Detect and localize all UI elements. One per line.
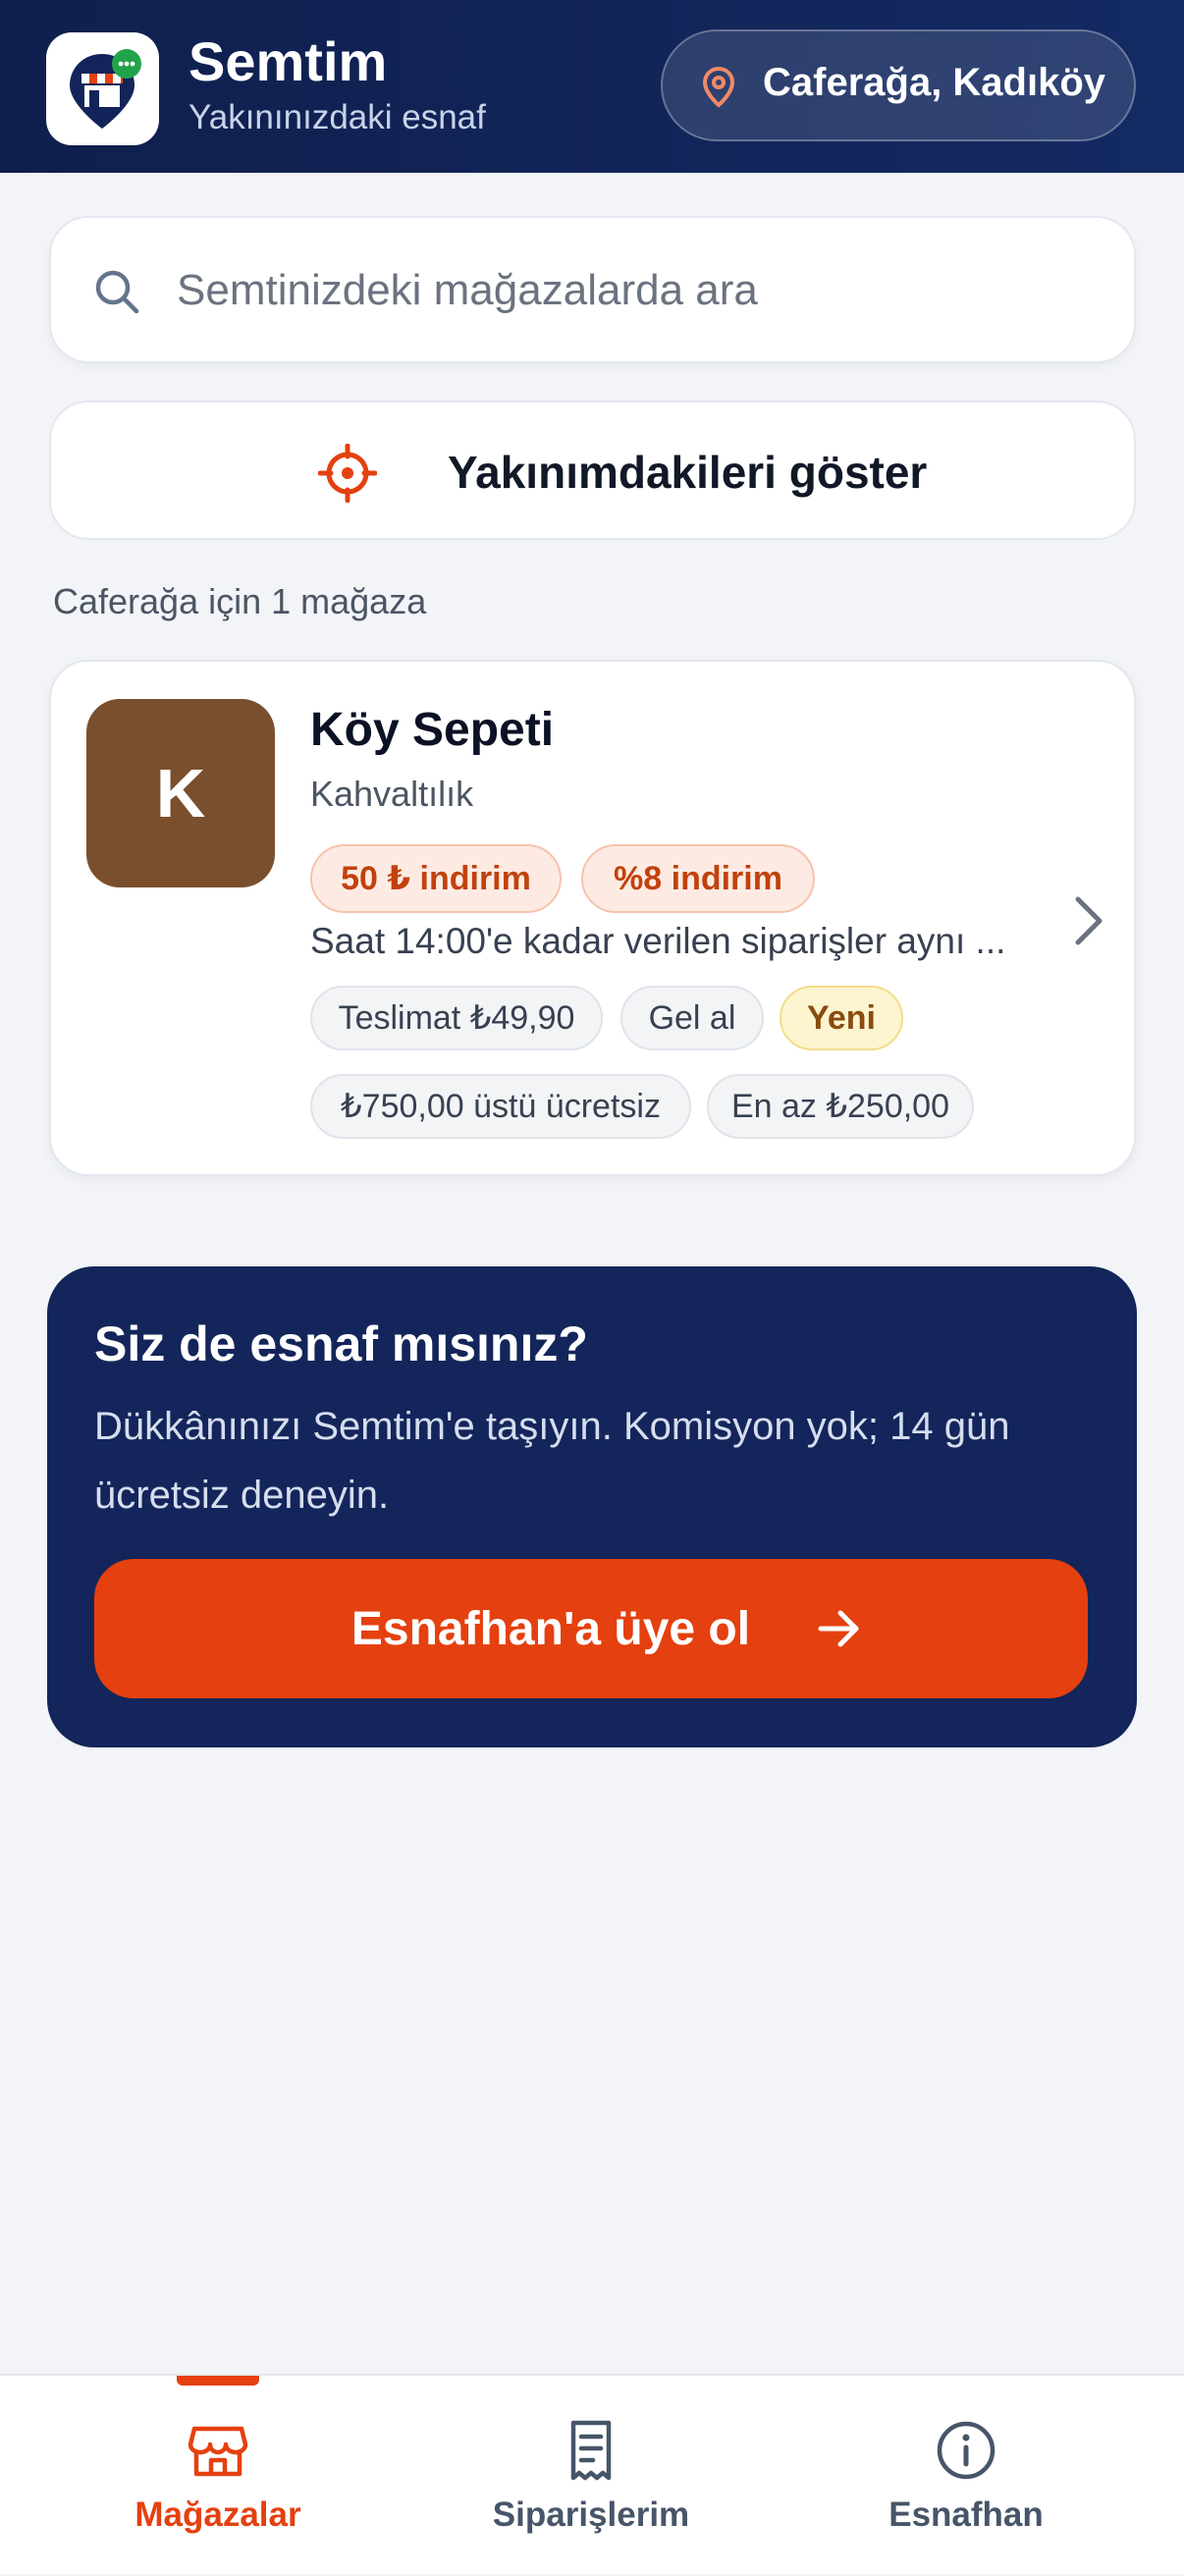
store-icon [187, 2419, 249, 2487]
pickup-tag: Gel al [620, 986, 764, 1050]
location-pin-icon [702, 66, 735, 113]
merchant-signup-button[interactable]: Esnafhan'a üye ol [94, 1559, 1088, 1698]
free-delivery-tag: ₺750,00 üstü ücretsiz [310, 1074, 691, 1139]
show-nearby-button[interactable]: Yakınımdakileri göster [49, 401, 1136, 540]
location-selector[interactable]: Caferağa, Kadıköy [661, 29, 1136, 141]
store-initial: K [155, 755, 206, 832]
app-header: Semtim Yakınınızdaki esnaf Caferağa, Kad… [0, 0, 1184, 173]
merchant-cta-description: Dükkânınızı Semtim'e taşıyın. Komisyon y… [94, 1405, 1010, 1517]
store-description: Saat 14:00'e kadar verilen siparişler ay… [310, 921, 1006, 961]
promo-badge: 50 ₺ indirim [310, 844, 562, 913]
nav-label: Esnafhan [888, 2496, 1044, 2534]
location-label: Caferağa, Kadıköy [763, 61, 1106, 104]
app-name: Semtim [188, 30, 388, 92]
nav-tab-orders[interactable]: Siparişlerim [444, 2376, 738, 2576]
target-icon [317, 443, 378, 508]
receipt-icon [560, 2419, 622, 2487]
store-card[interactable]: K Köy Sepeti Kahvaltılık 50 ₺ indirim %8… [49, 660, 1136, 1176]
app-tagline: Yakınınızdaki esnaf [188, 98, 486, 136]
bottom-navigation: Mağazalar Siparişlerim Esnafhan [0, 2374, 1184, 2574]
new-badge: Yeni [780, 986, 903, 1050]
delivery-fee-tag: Teslimat ₺49,90 [310, 986, 603, 1050]
search-input[interactable] [175, 257, 1102, 324]
store-avatar: K [86, 699, 275, 887]
info-icon [935, 2419, 997, 2487]
promo-badge: %8 indirim [581, 844, 815, 913]
store-name: Köy Sepeti [310, 704, 555, 756]
nav-label: Siparişlerim [492, 2496, 690, 2534]
store-category: Kahvaltılık [310, 774, 474, 814]
nav-label: Mağazalar [135, 2496, 301, 2534]
chevron-right-icon [1072, 893, 1105, 953]
results-count: Caferağa için 1 mağaza [53, 581, 427, 621]
merchant-cta-title: Siz de esnaf mısınız? [94, 1316, 588, 1371]
merchant-signup-label: Esnafhan'a üye ol [350, 1602, 751, 1655]
show-nearby-label: Yakınımdakileri göster [448, 447, 928, 498]
app-logo [46, 32, 159, 145]
nav-tab-stores[interactable]: Mağazalar [71, 2376, 365, 2576]
search-icon [92, 267, 141, 321]
merchant-signup-card: Siz de esnaf mısınız? Dükkânınızı Semtim… [47, 1266, 1137, 1747]
minimum-order-tag: En az ₺250,00 [707, 1074, 974, 1139]
nav-tab-merchant[interactable]: Esnafhan [819, 2376, 1113, 2576]
search-bar [49, 216, 1136, 363]
arrow-right-icon [817, 1606, 862, 1656]
